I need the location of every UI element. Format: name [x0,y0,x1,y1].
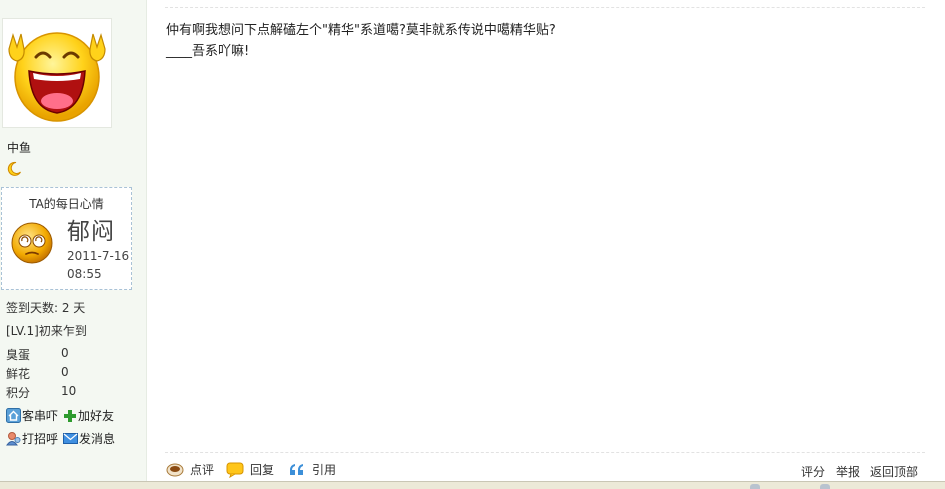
stat-value-flowers: 0 [61,365,69,379]
user-level[interactable]: [LV.1]初来乍到 [6,322,87,339]
post-text-line-2: ____吾系吖嘛! [166,44,250,59]
greet-label: 打招呼 [22,432,59,446]
greet-link[interactable]: 打招呼 [6,430,58,447]
post-text-line-1: 仲有啊我想问下点解磕左个"精华"系道噶?莫非就系传说中噶精华贴? [166,23,556,38]
stat-label-points: 积分 [6,386,31,400]
username[interactable]: 中鱼 [7,139,31,156]
mood-title: TA的每日心情 [29,197,104,211]
mood-timestamp: 2011-7-16 08:55 [67,247,131,283]
post-top-divider [165,7,925,8]
home-link-label: 客串吓 [22,409,59,423]
send-message-link[interactable]: 发消息 [63,430,115,447]
avatar[interactable] [2,18,112,128]
status-bar-icon [820,484,830,489]
depressed-face-icon [11,222,53,264]
stat-label-eggs: 臭蛋 [6,348,31,362]
mood-date: 2011-7-16 [67,249,130,263]
stat-label-flowers: 鲜花 [6,367,31,381]
quote-button[interactable]: 引用 [288,461,336,478]
quote-label: 引用 [312,463,337,477]
add-friend-label: 加好友 [78,409,115,423]
user-greet-icon [6,432,21,446]
envelope-icon [63,433,78,444]
stat-value-points: 10 [61,384,77,398]
speech-bubble-icon [226,462,244,478]
house-icon [6,408,21,423]
reply-label: 回复 [250,463,275,477]
add-friend-link[interactable]: 加好友 [63,407,114,424]
rate-link[interactable]: 评分 [801,463,825,480]
post-bottom-divider [165,452,925,453]
comment-button[interactable]: 点评 [166,461,214,478]
status-bar-icon [750,484,760,489]
signin-days: 签到天数: 2 天 [6,301,86,315]
mood-word: 郁闷 [67,219,115,245]
laughing-face-avatar-icon [8,32,106,122]
home-link[interactable]: 客串吓 [6,407,58,424]
send-message-label: 发消息 [79,432,116,446]
daily-mood-box: TA的每日心情 郁闷 2011-7-16 08:55 [1,187,132,290]
back-to-top-link[interactable]: 返回顶部 [870,463,918,480]
moon-level-icon [7,161,21,176]
report-link[interactable]: 举报 [836,463,860,480]
comment-label: 点评 [190,463,215,477]
plus-icon [64,409,76,422]
quote-marks-icon [290,463,303,475]
coffee-cup-icon [166,463,184,476]
reply-button[interactable]: 回复 [226,461,274,478]
stat-value-eggs: 0 [61,346,69,360]
mood-time: 08:55 [67,267,102,281]
